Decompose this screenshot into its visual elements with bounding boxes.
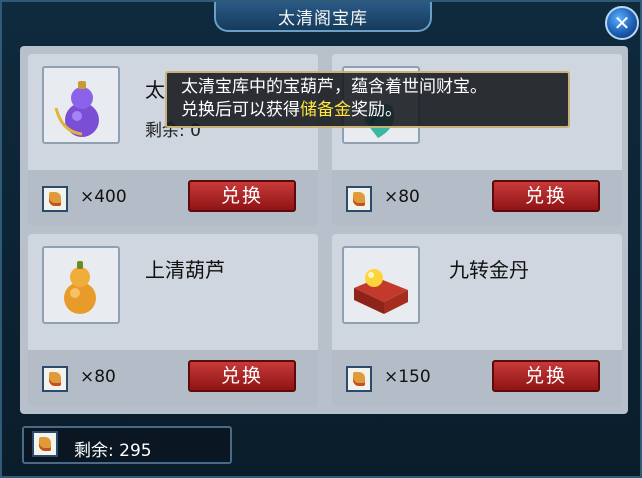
token-balance: 剩余: 295 (22, 426, 232, 464)
close-button[interactable]: ✕ (605, 6, 639, 40)
item-cost: ×150 (384, 367, 431, 387)
tooltip-line-1: 太清宝库中的宝葫芦，蕴含着世间财宝。 (181, 77, 487, 97)
item-slot[interactable] (42, 66, 120, 144)
item-slot[interactable] (42, 246, 120, 324)
golden-pill-box-icon (354, 269, 408, 314)
exchange-button[interactable]: 兑换 (492, 360, 600, 392)
tooltip-text: 奖励。 (351, 100, 402, 120)
exchange-button[interactable]: 兑换 (188, 180, 296, 212)
item-cost: ×80 (80, 367, 116, 387)
card-footer: ×150 兑换 (332, 350, 622, 406)
item-name: 上清葫芦 (145, 258, 225, 282)
golden-gourd-icon (64, 261, 96, 314)
item-cost: ×400 (80, 187, 127, 207)
item-card: 上清葫芦 ×80 兑换 (28, 234, 318, 406)
item-name: 九转金丹 (449, 258, 529, 282)
card-footer: ×80 兑换 (332, 170, 622, 226)
window-title: 太清阁宝库 (214, 2, 432, 32)
exchange-button[interactable]: 兑换 (188, 360, 296, 392)
purple-gourd-icon (54, 81, 99, 137)
tooltip-highlight: 储备金 (300, 100, 351, 120)
tooltip-text: 兑换后可以获得 (181, 100, 300, 120)
token-icon (32, 431, 58, 457)
item-slot[interactable] (342, 246, 420, 324)
item-name: 太 (145, 78, 165, 102)
item-cost: ×80 (384, 187, 420, 207)
item-tooltip: 太清宝库中的宝葫芦，蕴含着世间财宝。 兑换后可以获得储备金奖励。 (165, 71, 570, 128)
token-remaining: 剩余: 295 (74, 441, 152, 461)
token-icon (346, 186, 372, 212)
card-footer: ×80 兑换 (28, 350, 318, 406)
card-footer: ×400 兑换 (28, 170, 318, 226)
tooltip-line-2: 兑换后可以获得储备金奖励。 (181, 99, 558, 122)
item-card: 九转金丹 ×150 兑换 (332, 234, 622, 406)
treasure-window: 太清阁宝库 ✕ 太 剩余: 0 ×400 兑换 ×80 兑换 上清葫芦 ×80 … (0, 0, 642, 478)
close-icon: ✕ (613, 11, 631, 35)
token-icon (42, 366, 68, 392)
token-icon (42, 186, 68, 212)
exchange-button[interactable]: 兑换 (492, 180, 600, 212)
token-icon (346, 366, 372, 392)
